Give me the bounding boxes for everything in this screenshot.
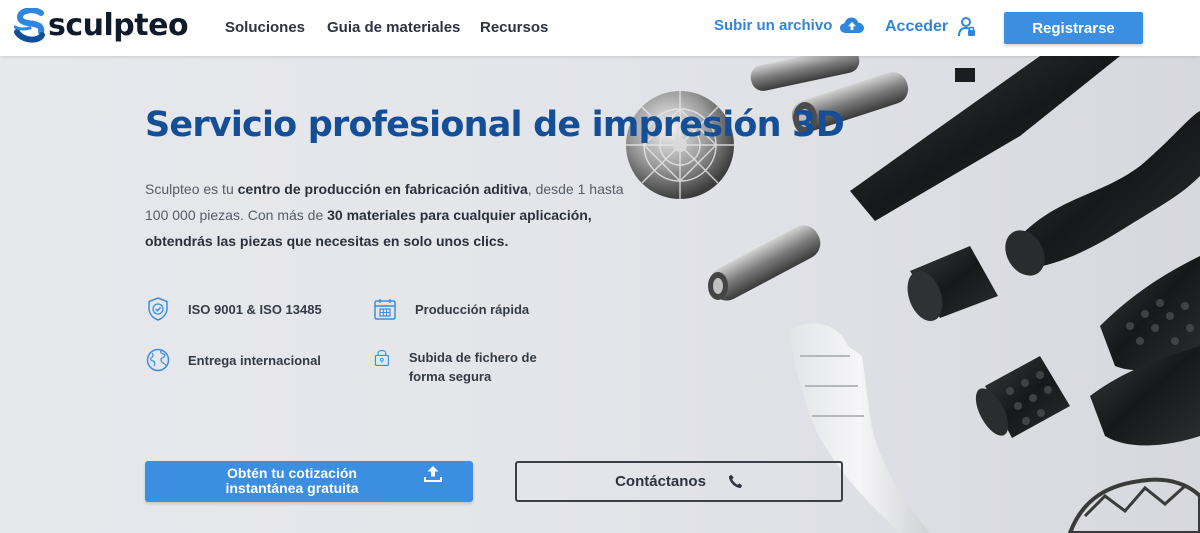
feature-international-delivery: Entrega internacional xyxy=(145,348,321,373)
top-navbar: sculpteo Soluciones Guia de materiales R… xyxy=(0,0,1200,56)
login-link[interactable]: Acceder xyxy=(885,17,976,37)
feature-iso: ISO 9001 & ISO 13485 xyxy=(145,297,322,322)
globe-icon xyxy=(146,348,170,372)
cloud-upload-icon xyxy=(840,17,865,33)
contact-button-label: Contáctanos xyxy=(615,473,706,490)
contact-button[interactable]: Contáctanos xyxy=(515,461,843,502)
brand-name: sculpteo xyxy=(48,8,189,43)
feature-secure-upload-label: Subida de fichero de forma segura xyxy=(408,350,537,384)
feature-international-delivery-label: Entrega internacional xyxy=(188,353,321,368)
feature-fast-production-label: Producción rápida xyxy=(415,302,530,317)
sculpteo-logo-icon xyxy=(14,8,45,43)
textured-black-grip xyxy=(975,256,1200,446)
hero-description-bold-1: centro de producción en fabricación adit… xyxy=(237,181,528,197)
upload-icon xyxy=(424,466,442,482)
upload-file-link[interactable]: Subir un archivo xyxy=(714,17,865,34)
shield-check-icon xyxy=(148,297,168,321)
feature-secure-upload: Subida de fichero de forma segura xyxy=(372,348,572,386)
nav-solutions[interactable]: Soluciones xyxy=(225,19,305,36)
hero-description-text-1: Sculpteo es tu xyxy=(145,181,238,197)
feature-fast-production: Producción rápida xyxy=(372,299,530,322)
register-button[interactable]: Registrarse xyxy=(1004,12,1143,44)
metal-handle-middle xyxy=(708,225,821,301)
calendar-icon xyxy=(374,299,396,320)
instant-quote-label: Obtén tu cotización instantánea gratuita xyxy=(145,466,439,496)
instant-quote-label-line2: instantánea gratuita xyxy=(225,480,359,496)
login-label: Acceder xyxy=(885,18,949,35)
nav-materials-guide[interactable]: Guia de materiales xyxy=(327,19,460,36)
nav-resources-label[interactable]: Recursos xyxy=(480,19,548,36)
black-cap xyxy=(907,246,998,322)
hero-description: Sculpteo es tu centro de producción en f… xyxy=(145,176,650,254)
user-login-icon xyxy=(958,17,976,37)
feature-iso-label: ISO 9001 & ISO 13485 xyxy=(188,302,322,317)
hero-section: Servicio profesional de impresión 3D Scu… xyxy=(0,56,1200,533)
upload-file-label: Subir un archivo xyxy=(714,17,833,34)
lattice-frame-part xyxy=(1067,477,1200,533)
nav-resources[interactable]: Recursos xyxy=(480,19,548,36)
nav-solutions-label[interactable]: Soluciones xyxy=(225,19,305,36)
hero-title: Servicio profesional de impresión 3D xyxy=(145,105,845,145)
instant-quote-label-line1: Obtén tu cotización xyxy=(227,465,357,481)
phone-icon xyxy=(728,474,743,488)
padlock-icon xyxy=(374,349,389,366)
nav-materials-label[interactable]: Guia de materiales xyxy=(327,19,460,36)
black-grip-handle xyxy=(1005,111,1200,276)
sculpteo-logo[interactable]: sculpteo xyxy=(14,8,189,44)
instant-quote-button[interactable]: Obtén tu cotización instantánea gratuita xyxy=(145,461,473,502)
